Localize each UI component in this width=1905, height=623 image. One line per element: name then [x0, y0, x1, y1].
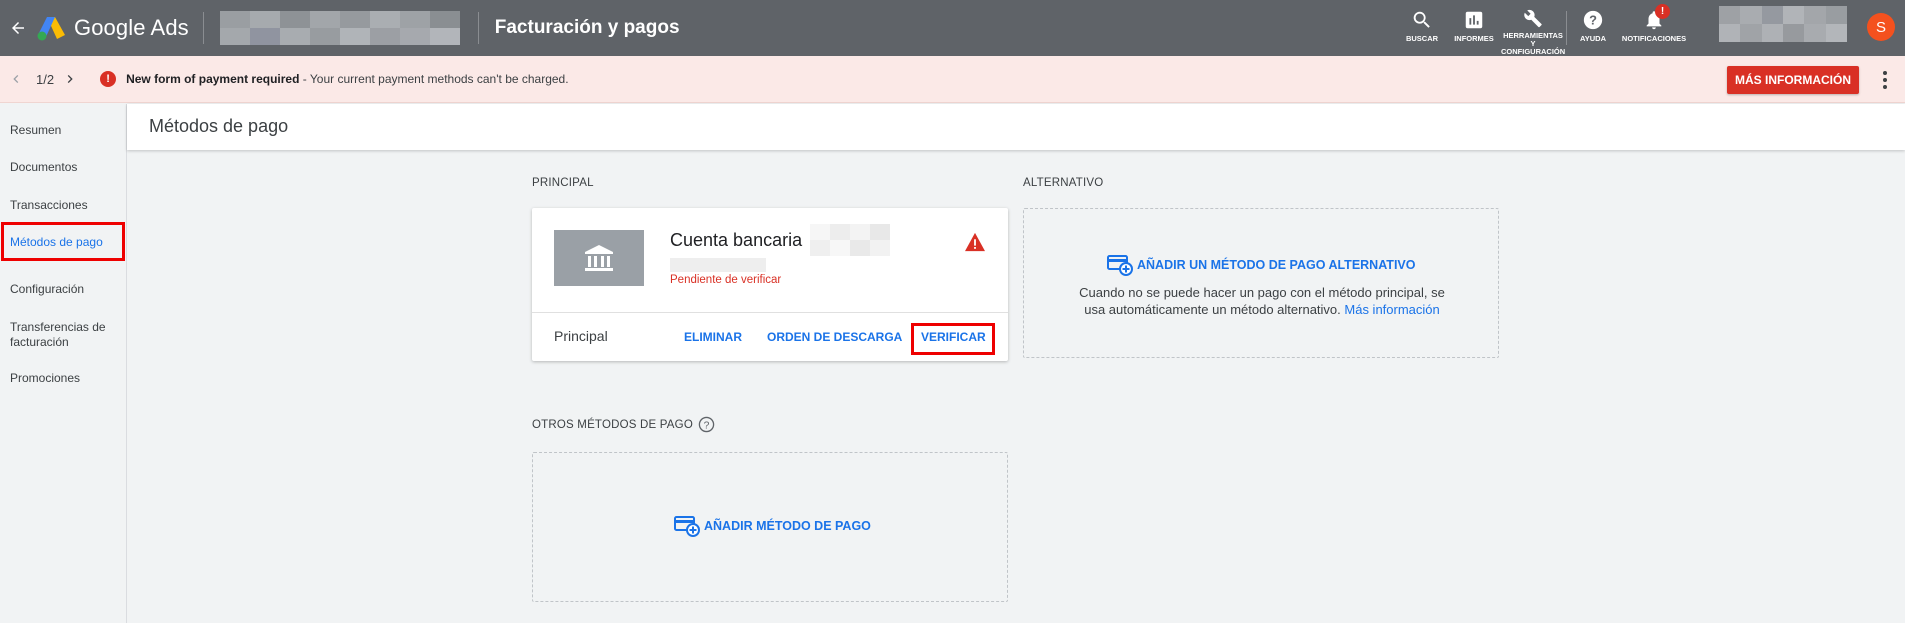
- help-button[interactable]: ? AYUDA: [1567, 0, 1619, 56]
- download-mandate-button[interactable]: ORDEN DE DESCARGA: [767, 330, 902, 344]
- highlight-box: [911, 323, 995, 355]
- payment-method-title: Cuenta bancaria: [670, 230, 803, 250]
- sidebar-item-resumen[interactable]: Resumen: [10, 123, 61, 138]
- primary-label: Principal: [554, 328, 608, 344]
- account-name-redacted[interactable]: [219, 11, 460, 45]
- tools-settings-label: HERRAMIENTAS Y CONFIGURACIÓN: [1501, 31, 1566, 56]
- sidebar-item-configuracion[interactable]: Configuración: [10, 282, 84, 297]
- alert-pager: 1/2: [8, 71, 78, 87]
- chevron-right-icon[interactable]: [62, 71, 78, 87]
- section-title: Métodos de pago: [149, 116, 289, 136]
- search-label: BUSCAR: [1405, 34, 1439, 43]
- notifications-button[interactable]: ! NOTIFICACIONES: [1619, 0, 1689, 56]
- learn-more-link[interactable]: Más información: [1344, 302, 1439, 317]
- bank-icon: [585, 245, 613, 271]
- add-card-icon: [674, 516, 700, 537]
- sidebar: Resumen Documentos Transacciones Métodos…: [0, 104, 127, 623]
- search-button[interactable]: BUSCAR: [1396, 0, 1448, 56]
- error-icon: !: [100, 71, 117, 87]
- alternative-method-box: [1023, 208, 1499, 358]
- alternativo-label: ALTERNATIVO: [1023, 177, 1104, 189]
- divider: [477, 12, 479, 44]
- card-divider: [532, 312, 1008, 313]
- otros-label: OTROS MÉTODOS DE PAGO: [532, 419, 693, 431]
- reports-label: INFORMES: [1454, 34, 1494, 43]
- account-detail-redacted: [670, 258, 766, 272]
- google-ads-logo-icon: [37, 17, 65, 41]
- add-card-icon: [1107, 255, 1133, 276]
- help-icon: ?: [1583, 10, 1603, 30]
- alert-detail: - Your current payment methods can't be …: [299, 72, 569, 86]
- alert-title: New form of payment required: [126, 72, 300, 86]
- bar-chart-icon: [1465, 11, 1483, 29]
- help-label: AYUDA: [1580, 34, 1606, 43]
- highlight-box: [1, 222, 125, 261]
- divider: [202, 12, 204, 44]
- svg-text:?: ?: [704, 420, 710, 431]
- tools-settings-button[interactable]: HERRAMIENTAS Y CONFIGURACIÓN: [1500, 0, 1566, 56]
- more-vert-icon[interactable]: [1881, 70, 1889, 90]
- page-title: Facturación y pagos: [494, 17, 680, 38]
- delete-button[interactable]: ELIMINAR: [684, 330, 742, 344]
- user-email-redacted[interactable]: [1719, 6, 1847, 42]
- notification-badge: !: [1655, 4, 1670, 19]
- notifications-label: NOTIFICACIONES: [1621, 34, 1687, 43]
- back-arrow-icon[interactable]: [0, 0, 36, 56]
- sidebar-item-transacciones[interactable]: Transacciones: [10, 198, 88, 213]
- alert-pager-count: 1/2: [36, 71, 55, 87]
- bank-tile: [554, 230, 644, 286]
- search-icon: [1413, 11, 1430, 28]
- more-info-button[interactable]: MÁS INFORMACIÓN: [1727, 66, 1859, 94]
- alternative-description: Cuando no se puede hacer un pago con el …: [1077, 284, 1447, 318]
- content-header: Métodos de pago: [127, 104, 1905, 150]
- avatar[interactable]: S: [1867, 13, 1895, 41]
- app-name: Google Ads: [74, 15, 189, 40]
- sidebar-item-documentos[interactable]: Documentos: [10, 160, 77, 175]
- toolbar: BUSCAR INFORMES HERRAMIENTAS Y CONFIGURA…: [1396, 0, 1689, 56]
- chevron-left-icon[interactable]: [8, 71, 24, 87]
- status-text: Pendiente de verificar: [670, 274, 782, 286]
- add-alternative-label: AÑADIR UN MÉTODO DE PAGO ALTERNATIVO: [1137, 258, 1416, 272]
- sidebar-item-transferencias[interactable]: Transferencias de facturación: [10, 320, 122, 350]
- google-ads-logo[interactable]: Google Ads: [36, 15, 189, 41]
- help-circle-icon[interactable]: ?: [698, 416, 715, 433]
- principal-label: PRINCIPAL: [532, 177, 594, 189]
- alert-banner: 1/2 ! New form of payment required - You…: [0, 56, 1905, 103]
- primary-payment-card: Cuenta bancaria Pendiente de verificar P…: [532, 208, 1008, 361]
- wrench-icon: [1524, 9, 1542, 28]
- alert-message: New form of payment required - Your curr…: [126, 72, 569, 86]
- top-app-bar: Google Ads Facturación y pagos BUSCAR IN…: [0, 0, 1905, 56]
- warning-icon: [965, 232, 985, 252]
- account-number-redacted: [810, 224, 890, 256]
- sidebar-item-promociones[interactable]: Promociones: [10, 371, 80, 386]
- reports-button[interactable]: INFORMES: [1448, 0, 1500, 56]
- add-payment-method-label: AÑADIR MÉTODO DE PAGO: [704, 519, 871, 533]
- svg-text:?: ?: [1589, 13, 1597, 28]
- add-alternative-method-button[interactable]: AÑADIR UN MÉTODO DE PAGO ALTERNATIVO: [1107, 254, 1415, 276]
- add-payment-method-button[interactable]: AÑADIR MÉTODO DE PAGO: [674, 515, 871, 537]
